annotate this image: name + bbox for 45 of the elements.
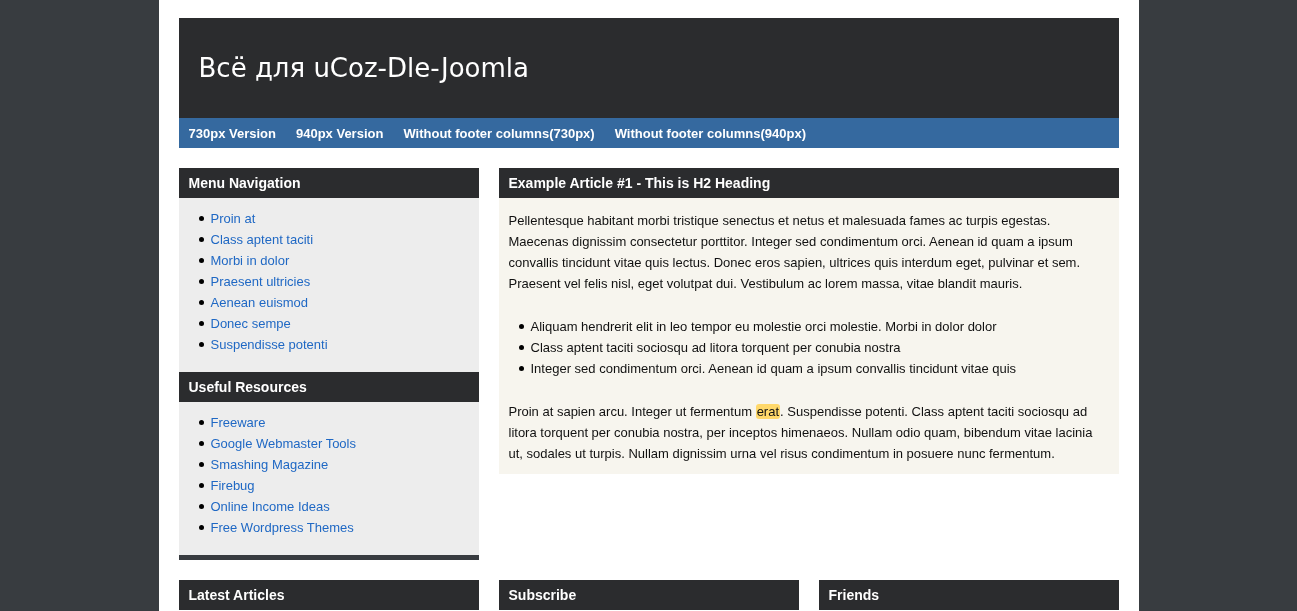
footer-heading: Friends xyxy=(818,580,1119,610)
list-item-text: Class aptent taciti sociosqu ad litora torquent per conubia nostra xyxy=(530,339,901,357)
bullet-icon xyxy=(198,462,204,467)
bullet-icon xyxy=(198,483,204,488)
sidebar-link[interactable]: Praesent ultricies xyxy=(210,274,311,289)
sidebar-link[interactable]: Donec sempe xyxy=(210,316,291,331)
nav-link[interactable]: 730px Version xyxy=(188,125,276,141)
bullet-icon xyxy=(198,321,204,326)
bullet-icon xyxy=(198,342,204,347)
sidebar-link[interactable]: Aenean euismod xyxy=(210,295,309,310)
block-heading: Menu Navigation xyxy=(178,168,479,198)
sidebar-link[interactable]: Free Wordpress Themes xyxy=(210,520,354,535)
bullet-icon xyxy=(198,441,204,446)
sidebar-link[interactable]: Class aptent taciti xyxy=(210,232,314,247)
bullet-icon xyxy=(198,216,204,221)
bullet-icon xyxy=(198,237,204,242)
bullet-icon xyxy=(198,279,204,284)
footer-heading: Subscribe xyxy=(498,580,799,610)
article-heading: Example Article #1 - This is H2 Heading xyxy=(498,168,1119,198)
bullet-icon xyxy=(518,324,524,329)
list-item-text: Integer sed condimentum orci. Aenean id quam a ipsum convallis tincidunt vitae quis xyxy=(530,360,1017,378)
bullet-icon xyxy=(198,300,204,305)
sidebar-link[interactable]: Freeware xyxy=(210,415,266,430)
nav-link[interactable]: 940px Version xyxy=(295,125,384,141)
list-item-text: Aliquam hendrerit elit in leo tempor eu molestie orci molestie. Morbi in dolor dolor xyxy=(530,318,997,336)
bullet-icon xyxy=(198,420,204,425)
sidebar-link[interactable]: Google Webmaster Tools xyxy=(210,436,356,451)
bullet-icon xyxy=(198,504,204,509)
bullet-icon xyxy=(518,366,524,371)
nav-link[interactable]: Without footer columns(730px) xyxy=(403,125,595,141)
site-title: Всё для uCoz-Dle-Joomla xyxy=(198,53,529,83)
sidebar-link[interactable]: Morbi in dolor xyxy=(210,253,290,268)
sidebar-link[interactable]: Smashing Magazine xyxy=(210,457,329,472)
nav-link[interactable]: Without footer columns(940px) xyxy=(614,125,806,141)
footer-heading: Latest Articles xyxy=(178,580,479,610)
bullet-icon xyxy=(518,345,524,350)
block-heading: Useful Resources xyxy=(178,372,479,402)
bullet-icon xyxy=(198,525,204,530)
sidebar-link[interactable]: Proin at xyxy=(210,211,256,226)
article-paragraph: Pellentesque habitant morbi tristique senectus et netus et malesuada fames ac turpis egestas. Maecenas dignissim consectetur porttitor. Integer sed condimentum orci. Aenean id quam a ipsum convallis tincidunt vitae quis lectus. Donec eros sapien, ultrices quis interdum eget, pulvinar et sem. Praesent vel felis nisl, eget volutpat dui. Vestibulum ac lorem massa, vitae blandit mauris. xyxy=(508,212,1082,293)
bullet-icon xyxy=(198,258,204,263)
sidebar-link[interactable]: Online Income Ideas xyxy=(210,499,330,514)
article-paragraph: Proin at sapien arcu. Integer ut fermentum erat. Suspendisse potenti. Class aptent taciti sociosqu ad litora torquent per conubia nostra, per inceptos himenaeos. Nullam odio quam, bibendum vitae lacinia ut, sodales ut turpis. Nullam dignissim urna vel risus condimentum in posuere nunc fermentum. xyxy=(508,403,1094,463)
sidebar-link[interactable]: Firebug xyxy=(210,478,255,493)
sidebar-link[interactable]: Suspendisse potenti xyxy=(210,337,328,352)
